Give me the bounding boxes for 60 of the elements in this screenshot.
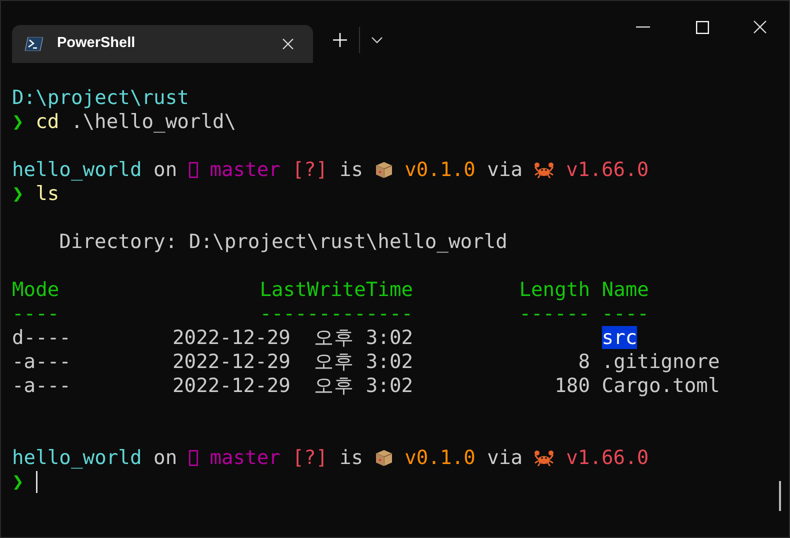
- prompt-text: v1.66.0: [566, 158, 649, 182]
- prompt-text: is: [339, 446, 364, 470]
- header-underline: -------------: [258, 302, 414, 326]
- prompt-text: [?]: [292, 158, 328, 182]
- header-underline: ------: [518, 302, 590, 326]
- prompt-text: .\hello_world\: [70, 110, 236, 134]
- package-icon: [374, 161, 393, 179]
- crab-icon: [534, 161, 554, 179]
- prompt-text: hello_world: [12, 446, 142, 470]
- text-cursor: [36, 471, 38, 493]
- prompt-text: on: [154, 446, 178, 470]
- prompt-text: via: [487, 158, 523, 182]
- minimize-icon: [636, 26, 650, 28]
- maximize-icon: [696, 20, 708, 34]
- table-cell: 2022-12-29 오후 3:02: [172, 374, 414, 397]
- table-cell: 2022-12-29 오후 3:02: [172, 350, 414, 373]
- table-cell: d----: [12, 326, 71, 349]
- prompt-text: v0.1.0: [404, 158, 476, 182]
- chevron-down-icon: [371, 36, 383, 44]
- header-underline: ----: [602, 302, 649, 326]
- prompt-text: [?]: [292, 446, 328, 470]
- column-header: Mode: [12, 278, 60, 302]
- table-cell: 2022-12-29 오후 3:02: [172, 326, 414, 349]
- crab-icon: [534, 449, 554, 467]
- table-cell: 180: [554, 374, 590, 397]
- prompt-text: ❯: [12, 110, 24, 134]
- scrollbar-thumb[interactable]: [779, 481, 781, 511]
- prompt-text: cd: [36, 110, 60, 134]
- close-tab-icon[interactable]: [282, 38, 294, 50]
- tab[interactable]: PowerShell: [12, 25, 313, 63]
- prompt-text: master: [210, 446, 280, 470]
- close-icon: [753, 20, 767, 34]
- powershell-icon: [25, 37, 43, 51]
- missing-glyph-icon: [188, 162, 198, 178]
- prompt-text: v1.66.0: [566, 446, 649, 470]
- prompt-text: D:\project\rust: [12, 86, 189, 110]
- table-cell: 8: [578, 350, 590, 373]
- table-cell: -a---: [12, 374, 71, 397]
- plus-icon: [332, 32, 348, 48]
- tab-title: PowerShell: [57, 34, 136, 54]
- prompt-text: ❯: [12, 182, 24, 206]
- prompt-text: via: [487, 446, 523, 470]
- prompt-text: ls: [36, 182, 60, 206]
- prompt-text: is: [339, 158, 364, 182]
- table-cell: .gitignore: [602, 350, 720, 373]
- prompt-text: hello_world: [12, 158, 142, 182]
- table-cell: -a---: [12, 350, 71, 373]
- prompt-text: ❯: [12, 470, 24, 494]
- table-cell: src: [602, 326, 638, 349]
- column-header: LastWriteTime: [258, 278, 414, 302]
- column-header: Length: [518, 278, 590, 302]
- column-header: Name: [602, 278, 649, 302]
- missing-glyph-icon: [188, 450, 198, 466]
- prompt-text: v0.1.0: [404, 446, 476, 470]
- package-icon: [374, 449, 393, 467]
- header-underline: ----: [12, 302, 60, 326]
- table-cell: Cargo.toml: [602, 374, 720, 397]
- prompt-text: master: [210, 158, 280, 182]
- prompt-text: on: [154, 158, 178, 182]
- directory-heading: Directory: D:\project\rust\hello_world: [59, 230, 508, 254]
